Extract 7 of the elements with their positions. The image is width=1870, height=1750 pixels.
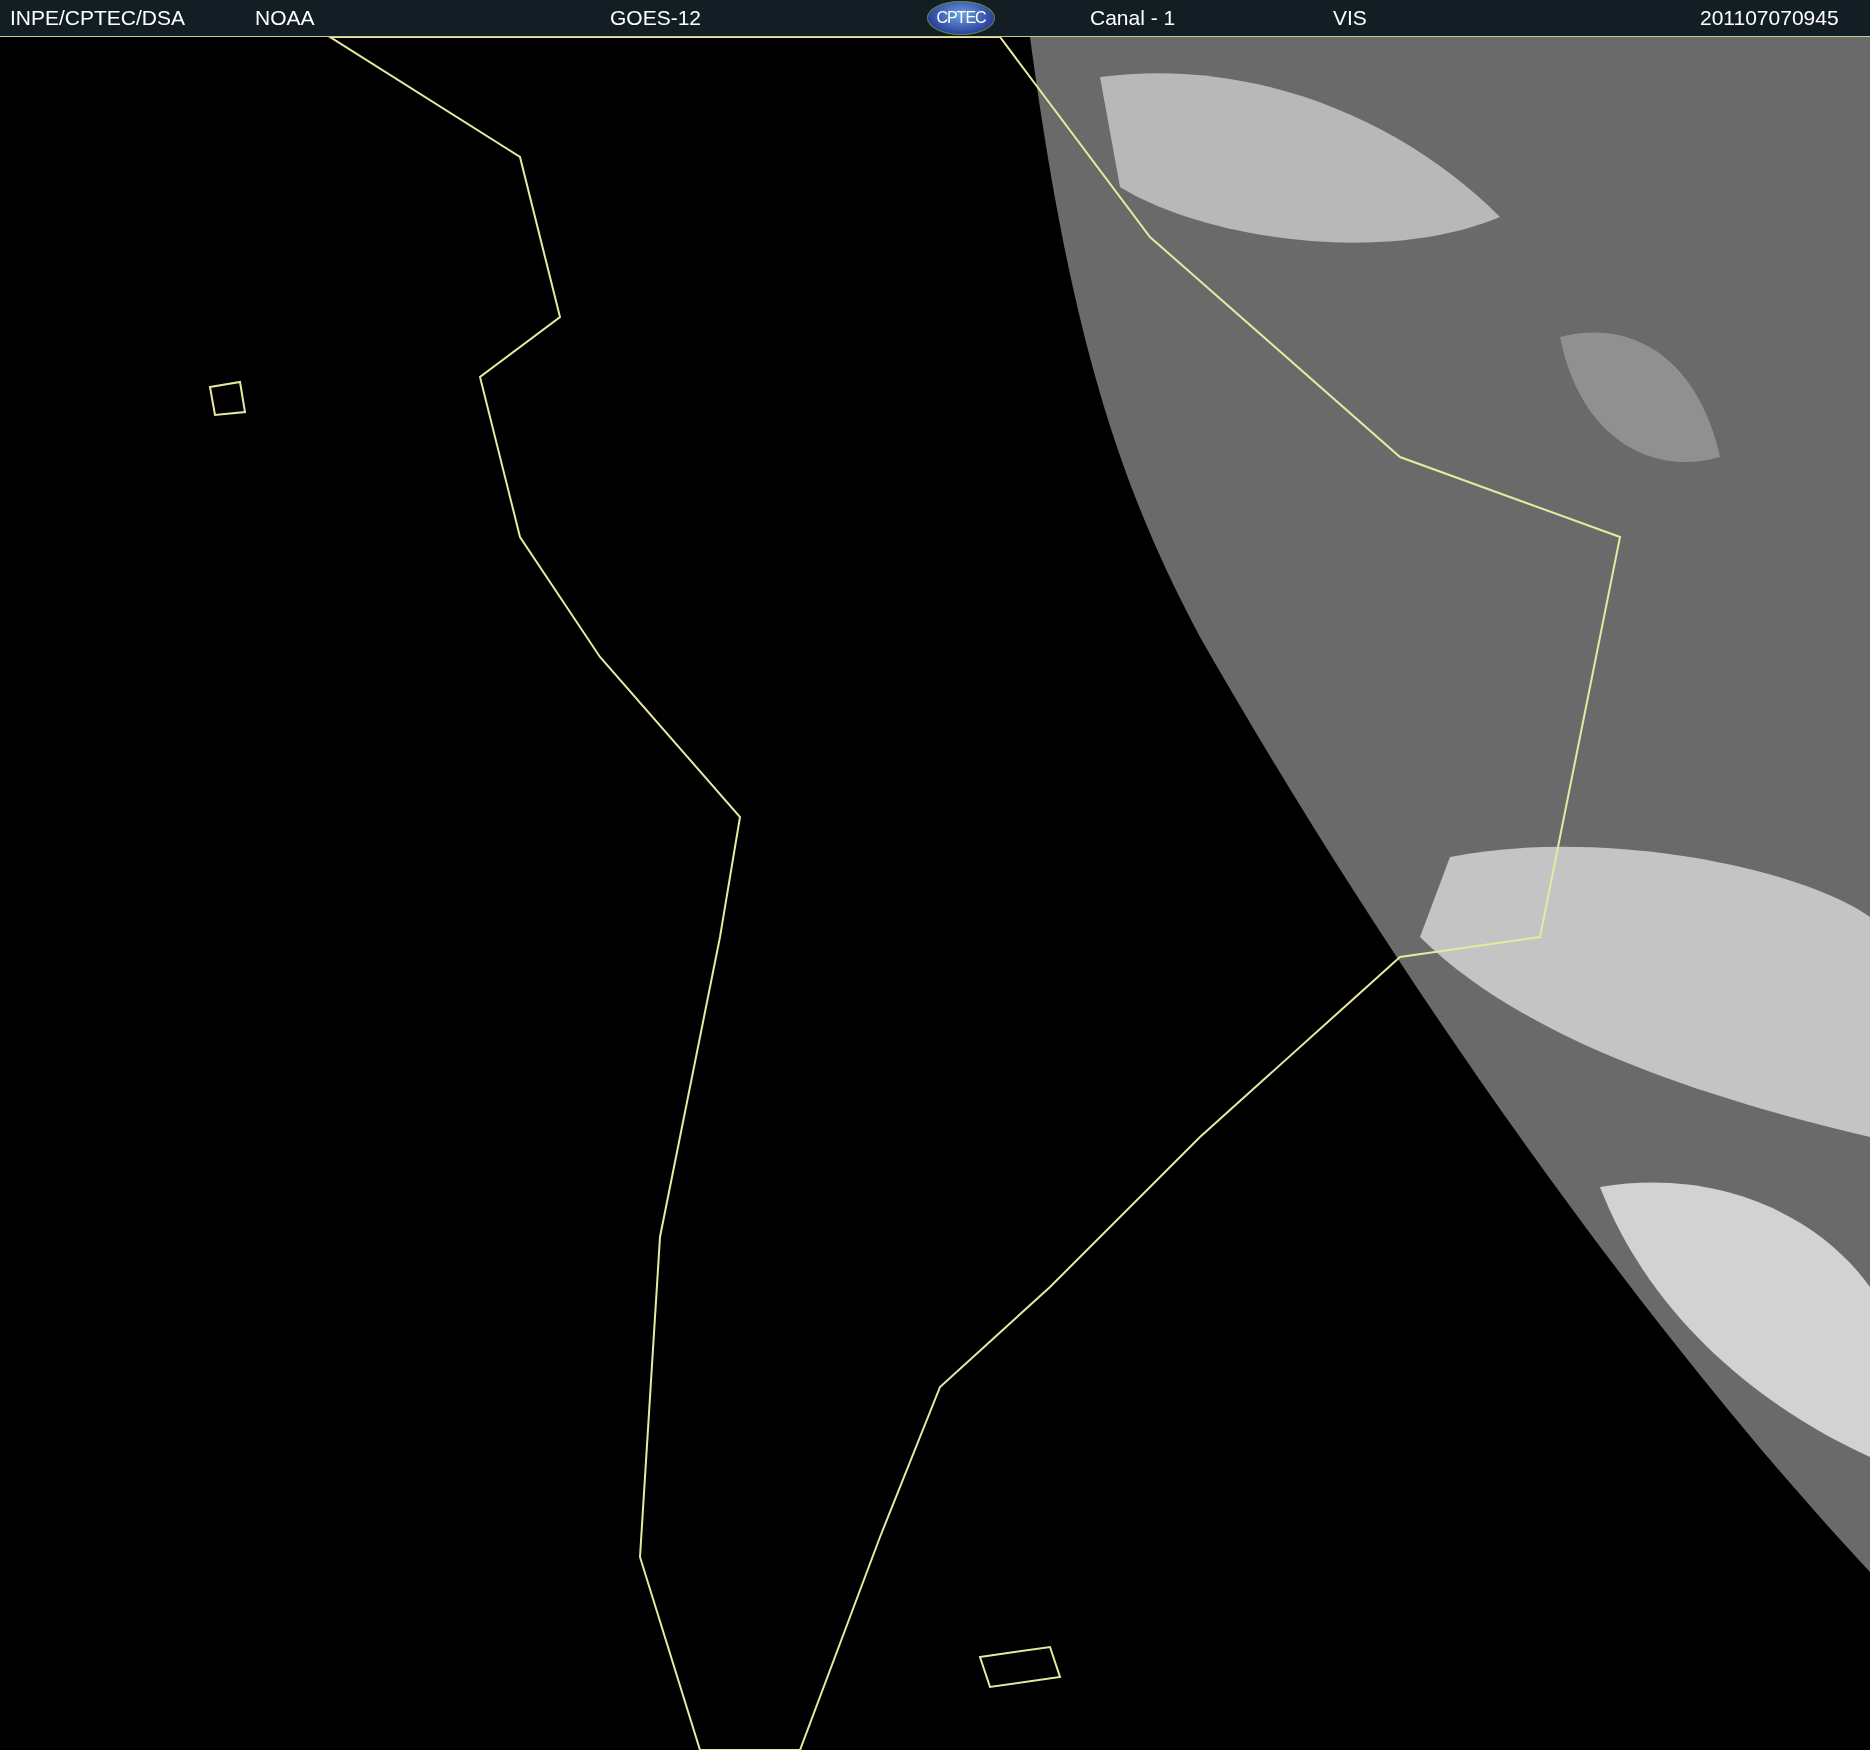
source-label: INPE/CPTEC/DSA [10, 6, 187, 30]
channel-label: Canal - 1 [1090, 6, 1177, 30]
satellite-label: GOES-12 [610, 6, 703, 30]
agency-label: NOAA [255, 6, 316, 30]
timestamp-label: 201107070945 [1700, 6, 1840, 30]
logo: CPTEC [927, 1, 995, 35]
band-label: VIS [1333, 6, 1368, 30]
